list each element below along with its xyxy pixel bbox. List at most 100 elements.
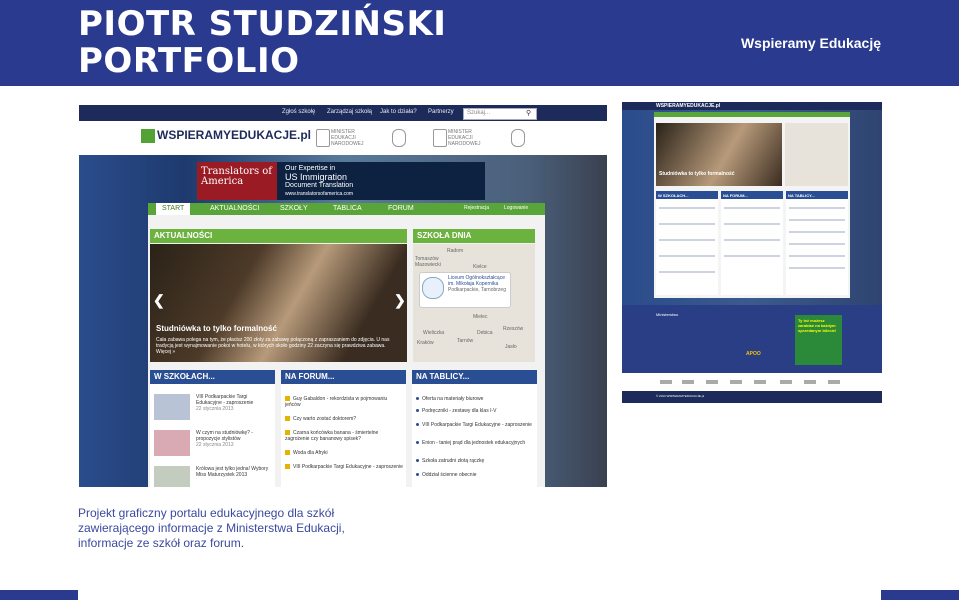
list-line [789,243,845,245]
nav-forum[interactable]: FORUM [388,205,414,212]
footer-inner [78,590,881,600]
nav-news[interactable]: AKTUALNOŚCI [210,205,259,212]
search-icon[interactable]: ⚲ [526,109,531,117]
nav-schools[interactable]: SZKOŁY [280,205,308,212]
news-title[interactable]: Studniówka to tylko formalność [156,324,277,333]
page-header: PIOTR STUDZIŃSKI PORTFOLIO Wspieramy Edu… [0,0,959,86]
forum-heading: NA FORUM... [721,191,783,199]
toplink-how-it-works[interactable]: Jak to działa? [380,109,417,115]
school-map[interactable]: Radom Tomaszów Mazowiecki Kielce Liceum … [413,244,535,362]
bullet-icon [416,423,419,427]
list-line [659,271,715,273]
map-city: Kraków [417,340,434,346]
nav-board[interactable]: TABLICA [333,205,362,212]
main-nav: START AKTUALNOŚCI SZKOŁY TABLICA FORUM R… [148,203,545,215]
main-nav [654,112,850,117]
list-line [789,219,845,221]
forum-item[interactable]: Czarna końcówka banana - śmiertelne zagr… [285,430,403,442]
list-line [659,207,715,209]
eagle-emblem-icon [433,129,447,147]
news-title: Studniówka to tylko formalność [659,171,735,177]
bullet-icon [416,409,419,413]
portfolio-title: PIOTR STUDZIŃSKI PORTFOLIO [78,6,446,80]
item-title: W czym na studniówkę? - propozycje styli… [196,430,253,442]
list-line [789,207,845,209]
nav-login[interactable]: Logowanie [504,205,528,211]
chevron-right-icon[interactable]: ❯ [394,292,406,309]
board-column: NA TABLICY... Oferta na materiały biurow… [412,370,537,487]
school-name: Liceum Ogólnokształcące im. Mikołaja Kop… [448,275,505,287]
nav-start[interactable]: START [156,203,191,215]
forum-item[interactable]: Woda dla Afryki [285,450,403,456]
partner-logo[interactable] [754,380,766,384]
list-line [789,255,845,257]
folder-icon [285,450,290,456]
top-bar: WSPIERAMYEDUKACJE.pl [622,102,882,110]
board-item[interactable]: Enion - taniej prąd dla jednostek edukac… [416,440,534,446]
seal-icon [392,129,406,147]
partner-logo[interactable] [706,380,718,384]
list-line [789,231,845,233]
board-item[interactable]: Szkoła zatrudni złotą rączkę [416,458,534,464]
partner-logo[interactable] [730,380,742,384]
news-slider[interactable]: Studniówka to tylko formalność [656,123,782,186]
partner-logo[interactable] [804,380,816,384]
logo-text: WSPIERAMYEDUKACJE.pl [157,128,312,142]
partner-logo[interactable] [780,380,792,384]
schools-heading: W SZKOŁACH... [150,370,275,384]
board-item[interactable]: Podręczniki - zestawy dla klas I-V [416,408,534,414]
map-city: Wieliczka [423,330,445,336]
school-map[interactable] [785,123,848,186]
forum-item-label: VIII Podkarpackie Targi Edukacyjne - zap… [293,464,403,470]
bullet-icon [416,441,419,445]
folder-icon [285,396,290,402]
board-item-label: Szkoła zatrudni złotą rączkę [422,458,485,464]
list-line [789,267,845,269]
board-item[interactable]: Oddział ścienne obecnie [416,472,534,478]
map-city: Tarnów [457,338,474,344]
partner-logo[interactable] [682,380,694,384]
forum-item[interactable]: VIII Podkarpackie Targi Edukacyjne - zap… [285,464,403,470]
partner-logo[interactable] [828,380,840,384]
bullet-icon [416,397,419,401]
site-footer: Ministerstwo APOO Ty też możesz zarabiać… [622,305,882,373]
list-item-text: W czym na studniówkę? - propozycje styli… [196,430,272,448]
list-line [724,207,780,209]
footer-ad[interactable]: Ty też możesz zarabiać na każdym sprzeda… [795,315,842,365]
item-title: VIII Podkarpackie Targi Edukacyjne - zap… [196,394,254,406]
partner-logos [622,373,882,391]
toplink-manage-school[interactable]: Zarządzaj szkołą [327,109,372,115]
ad-banner[interactable]: Translators of America Our Expertise in … [197,162,485,200]
search-input[interactable]: Szukaj... ⚲ [463,108,537,120]
toplink-report-school[interactable]: Zgłoś szkołę [282,109,315,115]
project-description: Projekt graficzny portalu edukacyjnego d… [78,506,345,550]
site-logo[interactable]: WSPIERAMYEDUKACJE.pl [141,128,311,143]
top-bar: Zgłoś szkołę Zarządzaj szkołą Jak to dzi… [79,105,607,121]
forum-column: NA FORUM... [721,191,783,295]
folder-icon [285,416,290,422]
board-item[interactable]: VIII Podkarpackie Targi Edukacyjne - zap… [416,422,534,428]
list-line [659,255,715,257]
ad-text: Ty też możesz zarabiać na każdym sprzeda… [798,318,837,333]
folder-icon [285,464,290,470]
nav-register[interactable]: Rejestracja [464,205,489,211]
board-item-label: Oddział ścienne obecnie [422,472,477,478]
seal-icon [511,129,525,147]
forum-item[interactable]: Guy Gabaldon - rekordzista w pojmowaniu … [285,396,403,408]
board-item-label: Oferta na materiały biurowe [422,396,484,402]
chevron-left-icon[interactable]: ❮ [153,292,165,309]
schools-column: W SZKOŁACH... VIII Podkarpackie Targi Ed… [150,370,275,487]
forum-item-label: Woda dla Afryki [293,450,328,456]
map-city: Mielec [473,314,488,320]
project-name: Wspieramy Edukację [740,35,881,51]
toplink-partners[interactable]: Partnerzy [428,109,454,115]
board-item[interactable]: Oferta na materiały biurowe [416,396,534,402]
map-city: Kielce [473,264,487,270]
logo-text: WSPIERAMYEDUKACJE.pl [656,103,721,109]
forum-item[interactable]: Czy warto zostać doktorem? [285,416,403,422]
school-pin-popup[interactable]: Liceum Ogólnokształcące im. Mikołaja Kop… [419,272,511,308]
partner-logo[interactable] [660,380,672,384]
apoo-logo: APOO [746,351,761,357]
forum-column: NA FORUM... Guy Gabaldon - rekordzista w… [281,370,406,487]
news-slider[interactable]: ❮ ❯ Studniówka to tylko formalność Cała … [150,244,407,362]
